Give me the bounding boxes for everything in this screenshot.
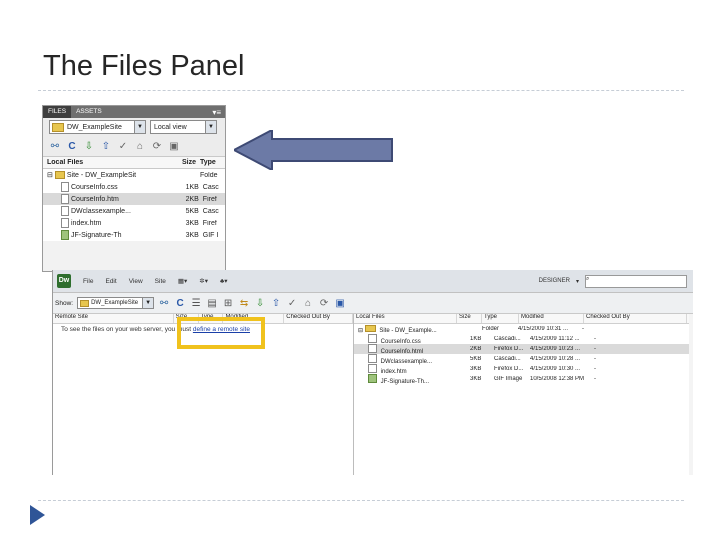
check-in-icon[interactable]: ⌂ (302, 298, 314, 309)
show-label: Show: (55, 299, 74, 307)
col-local-files[interactable]: Local Files (354, 314, 457, 323)
col-remote-site[interactable]: Remote Site (53, 314, 174, 323)
sync-icon[interactable]: ⟳ (151, 141, 163, 152)
slide-title: The Files Panel (43, 50, 245, 82)
site-select[interactable]: DW_ExampleSite ▼ (77, 297, 155, 309)
html-file-icon (368, 363, 377, 373)
tab-assets[interactable]: ASSETS (71, 106, 107, 118)
get-files-icon[interactable]: ⇩ (254, 298, 266, 309)
table-row[interactable]: ⊟ Site - DW_Example... Folder 4/15/2009 … (354, 324, 689, 334)
css-file-icon (368, 353, 377, 363)
files-grid-header: Local Files Size Type (43, 157, 225, 169)
tab-files[interactable]: FILES (43, 106, 72, 118)
check-out-icon[interactable]: ✓ (286, 298, 298, 309)
local-columns: Local Files Size Type Modified Checked O… (354, 314, 689, 324)
connect-icon[interactable]: ⚯ (49, 141, 61, 152)
local-files-pane: Local Files Size Type Modified Checked O… (354, 314, 689, 475)
put-files-icon[interactable]: ⇧ (270, 298, 282, 309)
col-type[interactable]: Type (482, 314, 519, 323)
view-details-icon[interactable]: ▤ (206, 298, 218, 309)
col-checked-out-by[interactable]: Checked Out By (284, 314, 353, 323)
check-out-icon[interactable]: ✓ (117, 141, 129, 152)
workspace-switcher[interactable]: DESIGNER (539, 278, 570, 284)
gear-icon[interactable]: ✲▾ (199, 277, 208, 285)
files-panel: FILES ASSETS ▾≡ DW_ExampleSite ▼ Local v… (42, 105, 226, 272)
css-file-icon (61, 182, 69, 192)
view-list-icon[interactable]: ☰ (190, 298, 202, 309)
expanded-files-window: Dw File Edit View Site ▦▾ ✲▾ ♣▾ DESIGNER… (52, 270, 693, 475)
menu-view[interactable]: View (129, 278, 143, 285)
connect-icon[interactable]: ⚯ (158, 298, 170, 309)
table-row[interactable]: DWclassexample... 5KB Cascadi... 4/15/20… (354, 353, 689, 365)
file-row[interactable]: CourseInfo.htm 2KB Firef (43, 193, 225, 205)
pointer-arrow-icon (234, 130, 393, 170)
refresh-icon[interactable]: C (174, 298, 186, 309)
dw-logo: Dw (57, 274, 71, 288)
search-input[interactable]: ⌕ (585, 274, 687, 288)
table-row[interactable]: JF-Signature-Th... 3KB GIF Image 10/5/20… (354, 373, 689, 385)
extend-icon[interactable]: ♣▾ (220, 277, 228, 285)
search-icon: ⌕ (586, 275, 590, 282)
remote-site-highlight-box (177, 317, 265, 349)
folder-icon (80, 299, 90, 307)
file-row[interactable]: JF-Signature-Th 3KB GIF I (43, 229, 225, 241)
layout-icon[interactable]: ▦▾ (178, 277, 187, 285)
menu-edit[interactable]: Edit (105, 278, 116, 285)
col-modified[interactable]: Modified (519, 314, 584, 323)
menu-site[interactable]: Site (155, 278, 166, 285)
table-row[interactable]: index.htm 3KB Firefox D... 4/15/2009 10:… (354, 363, 689, 375)
table-row[interactable]: CourseInfo.css 1KB Cascadi... 4/15/2009 … (354, 333, 689, 345)
site-select[interactable]: DW_ExampleSite ▼ (49, 120, 146, 134)
expand-icon[interactable]: ▣ (334, 298, 346, 309)
col-size[interactable]: Size (174, 159, 198, 166)
col-checked-out-by[interactable]: Checked Out By (584, 314, 687, 323)
footer-divider (38, 500, 684, 501)
expand-collapse-icon[interactable]: ⇆ (238, 298, 250, 309)
collapse-icon[interactable]: ⊟ (47, 171, 53, 179)
chevron-down-icon: ▼ (134, 121, 145, 133)
image-file-icon (61, 230, 69, 240)
chevron-down-icon: ▾ (575, 278, 579, 285)
expand-icon[interactable]: ▣ (168, 141, 180, 152)
view-select[interactable]: Local view ▼ (150, 120, 217, 134)
col-type[interactable]: Type (198, 159, 224, 166)
col-local-files[interactable]: Local Files (43, 159, 174, 166)
put-files-icon[interactable]: ⇧ (100, 141, 112, 152)
site-map-icon[interactable]: ⊞ (222, 298, 234, 309)
css-file-icon (368, 333, 377, 343)
panel-tab-bar: FILES ASSETS ▾≡ (43, 106, 225, 118)
image-file-icon (368, 373, 377, 383)
bullet-triangle-icon (30, 505, 45, 525)
col-size[interactable]: Size (457, 314, 482, 323)
panel-menu-icon[interactable]: ▾≡ (212, 108, 225, 117)
chevron-down-icon: ▼ (142, 298, 154, 308)
html-file-icon (368, 343, 377, 353)
panel-toolbar: ⚯ C ⇩ ⇧ ✓ ⌂ ⟳ ▣ (43, 136, 225, 157)
table-row[interactable]: CourseInfo.html 2KB Firefox D... 4/15/20… (354, 343, 689, 355)
title-divider (38, 90, 684, 91)
file-row[interactable]: CourseInfo.css 1KB Casc (43, 181, 225, 193)
dw-menubar: Dw File Edit View Site ▦▾ ✲▾ ♣▾ DESIGNER… (53, 270, 693, 293)
file-row[interactable]: DWclassexample... 5KB Casc (43, 205, 225, 217)
file-row[interactable]: ⊟ Site - DW_ExampleSit Folde (43, 169, 225, 181)
check-in-icon[interactable]: ⌂ (134, 141, 146, 152)
chevron-down-icon: ▼ (205, 121, 216, 133)
get-files-icon[interactable]: ⇩ (83, 141, 95, 152)
file-row[interactable]: index.htm 3KB Firef (43, 217, 225, 229)
refresh-icon[interactable]: C (66, 141, 78, 152)
sync-icon[interactable]: ⟳ (318, 298, 330, 309)
panel-site-row: DW_ExampleSite ▼ Local view ▼ (43, 118, 225, 136)
dw-toolbar: Show: DW_ExampleSite ▼ ⚯ C ☰ ▤ ⊞ ⇆ ⇩ ⇧ ✓… (53, 293, 693, 314)
folder-icon (364, 324, 376, 332)
folder-icon (52, 122, 64, 132)
html-file-icon (61, 218, 69, 228)
menu-file[interactable]: File (83, 278, 93, 285)
css-file-icon (61, 206, 69, 216)
folder-icon (54, 171, 65, 179)
html-file-icon (61, 194, 69, 204)
